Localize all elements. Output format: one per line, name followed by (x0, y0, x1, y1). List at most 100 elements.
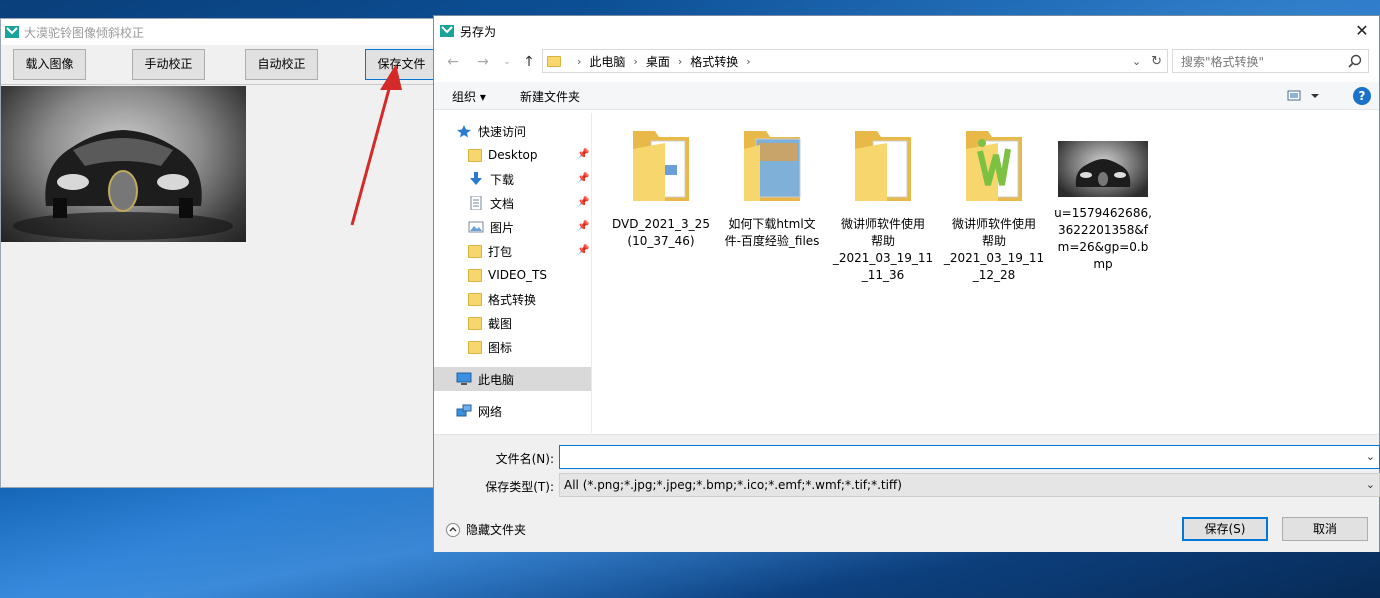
folder-icon (547, 55, 561, 67)
nav-quick-access[interactable]: 快速访问 (434, 119, 591, 143)
chevron-right-icon: › (633, 54, 638, 68)
nav-item-downloads[interactable]: 下载 📌 (434, 167, 591, 191)
pin-icon: 📌 (577, 173, 590, 184)
nav-item-desktop[interactable]: Desktop 📌 (434, 143, 591, 167)
forward-arrow-icon[interactable]: → (474, 52, 492, 72)
nav-item-format-convert[interactable]: 格式转换 (434, 287, 591, 311)
nav-label: 网络 (478, 404, 503, 419)
pin-icon: 📌 (577, 149, 590, 160)
pin-icon: 📌 (577, 221, 590, 232)
file-item-folder[interactable]: 微讲师软件使用 帮助 _2021_03_19_11 _12_28 (939, 125, 1049, 284)
breadcrumb-format-convert[interactable]: 格式转换 (690, 53, 738, 70)
nav-network[interactable]: 网络 (434, 399, 591, 423)
file-item-folder[interactable]: 如何下载html文 件-百度经验_files (717, 125, 827, 250)
hide-folders-toggle[interactable]: 隐藏文件夹 (446, 521, 526, 538)
back-arrow-icon[interactable]: ← (444, 52, 462, 72)
file-name: DVD_2021_3_25 (10_37_46) (612, 217, 710, 248)
file-item-folder[interactable]: 微讲师软件使用 帮助 _2021_03_19_11 _11_36 (828, 125, 938, 284)
chevron-right-icon: › (677, 54, 683, 68)
nav-item-pictures[interactable]: 图片 📌 (434, 215, 591, 239)
computer-icon (456, 372, 472, 385)
chevron-right-icon: › (577, 54, 582, 68)
folder-icon (744, 131, 801, 201)
command-bar: 组织 ▾ 新建文件夹 ? (434, 82, 1379, 110)
file-name: 微讲师软件使用 帮助 _2021_03_19_11 _12_28 (943, 217, 1045, 282)
file-name: 微讲师软件使用 帮助 _2021_03_19_11 _11_36 (832, 217, 934, 282)
organize-label: 组织 (452, 90, 477, 104)
search-placeholder: 搜索"格式转换" (1181, 54, 1265, 69)
chevron-right-icon: › (746, 54, 751, 68)
nav-label: VIDEO_TS (488, 268, 547, 282)
filename-input[interactable]: ⌄ (559, 445, 1380, 469)
nav-item-pack[interactable]: 打包 📌 (434, 239, 591, 263)
app-logo-icon (5, 26, 19, 38)
nav-label: 图片 (490, 220, 515, 235)
pin-icon: 📌 (577, 245, 590, 256)
folder-icon (468, 268, 482, 282)
network-icon (456, 404, 472, 417)
folder-icon (468, 316, 482, 330)
recent-locations-chevron-icon[interactable]: ⌄ (498, 52, 516, 72)
folder-icon (966, 131, 1022, 201)
address-row: ← → ⌄ ↑ › 此电脑 › 桌面 › 格式转换 › ⌄ ↻ 搜索"格式转换" (434, 49, 1379, 75)
breadcrumb-desktop[interactable]: 桌面 (646, 53, 670, 70)
search-icon[interactable] (1348, 54, 1362, 68)
load-image-button[interactable]: 载入图像 (13, 49, 86, 80)
pin-icon: 📌 (577, 197, 590, 208)
folder-icon (855, 131, 911, 201)
up-arrow-icon[interactable]: ↑ (520, 52, 538, 72)
chevron-up-icon (446, 522, 460, 537)
pictures-icon (468, 221, 484, 233)
nav-this-pc[interactable]: 此电脑 (434, 367, 591, 391)
star-icon (457, 125, 471, 138)
watermark-logo (1240, 538, 1380, 598)
file-name: 如何下载html文 件-百度经验_files (724, 217, 820, 248)
help-icon[interactable]: ? (1353, 87, 1371, 105)
view-options-icon[interactable] (1287, 88, 1323, 104)
nav-item-icons[interactable]: 图标 (434, 335, 591, 359)
manual-correct-button[interactable]: 手动校正 (132, 49, 205, 80)
file-item-image[interactable]: u=1579462686, 3622201358&f m=26&gp=0.b m… (1048, 125, 1158, 273)
filename-label: 文件名(N): (495, 452, 554, 466)
folder-icon (468, 148, 482, 162)
nav-item-documents[interactable]: 文档 📌 (434, 191, 591, 215)
file-list: DVD_2021_3_25 (10_37_46) 如何下载html文 件-百度经… (594, 113, 1379, 433)
nav-label: 格式转换 (488, 292, 537, 307)
filetype-select[interactable]: All (*.png;*.jpg;*.jpeg;*.bmp;*.ico;*.em… (559, 473, 1380, 497)
nav-label: 图标 (488, 340, 513, 355)
app-logo-icon (440, 25, 454, 37)
refresh-icon[interactable]: ↻ (1151, 54, 1162, 69)
download-icon (470, 172, 482, 185)
chevron-down-icon[interactable]: ⌄ (1366, 450, 1375, 463)
filetype-label: 保存类型(T): (485, 480, 554, 494)
auto-correct-button[interactable]: 自动校正 (245, 49, 318, 80)
filetype-value: All (*.png;*.jpg;*.jpeg;*.bmp;*.ico;*.em… (564, 478, 902, 492)
new-folder-button[interactable]: 新建文件夹 (520, 88, 580, 105)
close-icon[interactable]: ✕ (1351, 20, 1373, 42)
document-icon (470, 196, 482, 210)
navigation-pane: 快速访问 Desktop 📌 下载 📌 文档 📌 图片 📌 打包 📌 VIDEO… (434, 113, 592, 433)
hide-folders-label: 隐藏文件夹 (466, 523, 527, 537)
address-bar[interactable]: › 此电脑 › 桌面 › 格式转换 › ⌄ ↻ (542, 49, 1168, 73)
save-options-area: 文件名(N): ⌄ 保存类型(T): All (*.png;*.jpg;*.jp… (434, 434, 1380, 552)
dialog-titlebar: 另存为 ✕ (434, 16, 1379, 46)
folder-icon (633, 131, 689, 201)
file-item-folder[interactable]: DVD_2021_3_25 (10_37_46) (606, 125, 716, 250)
file-name: u=1579462686, 3622201358&f m=26&gp=0.b m… (1054, 206, 1152, 271)
address-dropdown-icon[interactable]: ⌄ (1132, 55, 1141, 68)
nav-label: 下载 (490, 172, 515, 187)
image-preview (1, 86, 246, 242)
car-thumbnail (1075, 159, 1131, 187)
breadcrumb-this-pc[interactable]: 此电脑 (589, 53, 625, 70)
dialog-title: 另存为 (460, 24, 497, 39)
search-input[interactable]: 搜索"格式转换" (1172, 49, 1369, 73)
nav-label: 截图 (488, 316, 513, 331)
nav-item-screenshots[interactable]: 截图 (434, 311, 591, 335)
nav-label: 文档 (490, 196, 515, 211)
nav-item-video-ts[interactable]: VIDEO_TS (434, 263, 591, 287)
car-image (13, 130, 233, 240)
nav-label: 此电脑 (478, 372, 515, 387)
save-as-dialog: 另存为 ✕ ← → ⌄ ↑ › 此电脑 › 桌面 › 格式转换 › ⌄ ↻ 搜索… (433, 15, 1380, 552)
folder-icon (468, 340, 482, 354)
organize-menu[interactable]: 组织 ▾ (452, 88, 486, 105)
